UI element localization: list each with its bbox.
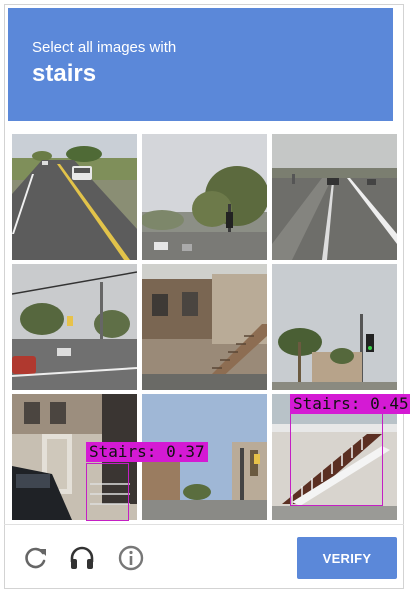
footer-divider <box>4 524 404 525</box>
trees-traffic-light-image <box>142 134 267 260</box>
tile-4[interactable] <box>12 264 137 390</box>
highway-cars-image <box>272 134 397 260</box>
tile-1[interactable] <box>12 134 137 260</box>
tile-5[interactable] <box>142 264 267 390</box>
porch-stairs-image <box>272 394 397 520</box>
house-stairs-image <box>142 264 267 390</box>
instruction-text: Select all images with <box>32 39 177 56</box>
tile-8[interactable] <box>142 394 267 520</box>
challenge-header: Select all images with stairs <box>8 8 393 121</box>
palm-tree-traffic-light-image <box>272 264 397 390</box>
road-truck-image <box>12 134 137 260</box>
building-door-car-image <box>12 394 137 520</box>
tile-2[interactable] <box>142 134 267 260</box>
info-icon[interactable] <box>116 543 146 573</box>
verify-button[interactable]: VERIFY <box>297 537 397 579</box>
reload-icon[interactable] <box>21 543 51 573</box>
image-grid: Stairs: 0.37 Stairs: 0.45 <box>8 130 410 521</box>
challenge-keyword: stairs <box>32 60 97 87</box>
headphones-icon[interactable] <box>67 543 97 573</box>
tile-3[interactable] <box>272 134 397 260</box>
tile-9[interactable] <box>272 394 397 520</box>
town-street-image <box>142 394 267 520</box>
tile-7[interactable] <box>12 394 137 520</box>
street-intersection-image <box>12 264 137 390</box>
tile-6[interactable] <box>272 264 397 390</box>
